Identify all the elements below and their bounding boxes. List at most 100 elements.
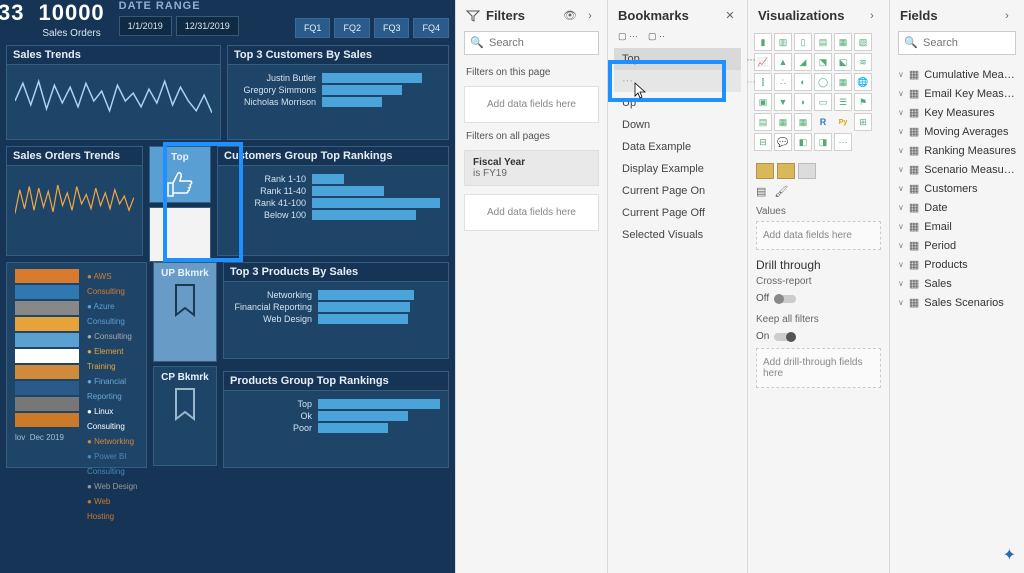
viz-table-icon[interactable]: ▦ bbox=[774, 113, 792, 131]
filters-dropzone[interactable]: Add data fields here bbox=[464, 86, 599, 123]
bookmark-button-blank[interactable] bbox=[149, 207, 211, 262]
field-table[interactable]: ∨▦Moving Averages bbox=[894, 122, 1020, 141]
viz-r-icon[interactable]: R bbox=[814, 113, 832, 131]
field-table[interactable]: ∨▦Customers bbox=[894, 179, 1020, 198]
filters-search-input[interactable] bbox=[464, 31, 599, 55]
fq3-button[interactable]: FQ3 bbox=[374, 18, 410, 38]
viz-line-clustered-icon[interactable]: ⬕ bbox=[834, 53, 852, 71]
viz-donut-icon[interactable]: ◯ bbox=[814, 73, 832, 91]
filters-dropzone[interactable]: Add data fields here bbox=[464, 194, 599, 231]
viz-funnel-icon[interactable]: ▼ bbox=[774, 93, 792, 111]
viz-waterfall-icon[interactable]: ⫿ bbox=[754, 73, 772, 91]
bookmark-item[interactable]: Selected Visuals bbox=[614, 224, 741, 246]
bookmark-item[interactable]: Data Example bbox=[614, 136, 741, 158]
more-icon[interactable]: ··· bbox=[746, 52, 755, 66]
drill-dropzone[interactable]: Add drill-through fields here bbox=[756, 348, 881, 388]
field-table[interactable]: ∨▦Ranking Measures bbox=[894, 141, 1020, 160]
field-table[interactable]: ∨▦Products bbox=[894, 255, 1020, 274]
viz-qa-icon[interactable]: 💬 bbox=[774, 133, 792, 151]
viz-line-icon[interactable]: 📈 bbox=[754, 53, 772, 71]
card-sales-trends[interactable]: Sales Trends bbox=[6, 45, 221, 140]
fields-well-icon[interactable] bbox=[756, 163, 774, 179]
fields-search[interactable]: 🔍 bbox=[898, 31, 1016, 55]
view-bookmark[interactable]: ▢ ·· bbox=[648, 31, 665, 42]
viz-custom2-icon[interactable]: ◨ bbox=[814, 133, 832, 151]
bookmark-button-cp[interactable]: CP Bkmrk bbox=[153, 366, 217, 466]
viz-line-column-icon[interactable]: ⬔ bbox=[814, 53, 832, 71]
fq2-button[interactable]: FQ2 bbox=[334, 18, 370, 38]
bookmark-item[interactable]: Top··· bbox=[614, 48, 741, 70]
viz-filled-map-icon[interactable]: ▣ bbox=[754, 93, 772, 111]
viz-gauge-icon[interactable]: ◗ bbox=[794, 93, 812, 111]
card-products-group-rank[interactable]: Products Group Top Rankings Top Ok Poor bbox=[223, 371, 449, 468]
filter-card-fiscal-year[interactable]: Fiscal Year is FY19 bbox=[464, 150, 599, 186]
field-table[interactable]: ∨▦Cumulative Meas... bbox=[894, 65, 1020, 84]
bookmark-item[interactable]: Down bbox=[614, 114, 741, 136]
bookmark-item[interactable]: Display Example bbox=[614, 158, 741, 180]
analytics-well-icon[interactable] bbox=[798, 163, 816, 179]
viz-kpi-icon[interactable]: ⚑ bbox=[854, 93, 872, 111]
card-customers-group-rank[interactable]: Customers Group Top Rankings Rank 1-10 R… bbox=[217, 146, 449, 256]
more-icon[interactable]: ··· bbox=[746, 74, 755, 88]
viz-treemap-icon[interactable]: ▦ bbox=[834, 73, 852, 91]
chevron-down-icon: ∨ bbox=[898, 127, 904, 136]
field-table[interactable]: ∨▦Email bbox=[894, 217, 1020, 236]
bookmark-item[interactable]: Current Page On bbox=[614, 180, 741, 202]
viz-area-icon[interactable]: ▲ bbox=[774, 53, 792, 71]
viz-stacked-column-icon[interactable]: ▯ bbox=[794, 33, 812, 51]
format-well-icon[interactable] bbox=[777, 163, 795, 179]
viz-slicer-icon[interactable]: ▤ bbox=[754, 113, 772, 131]
viz-stacked-area-icon[interactable]: ◢ bbox=[794, 53, 812, 71]
fq4-button[interactable]: FQ4 bbox=[413, 18, 449, 38]
viz-card-icon[interactable]: ▭ bbox=[814, 93, 832, 111]
card-legend[interactable]: lov Dec 2019 AWS Consulting Azure Consul… bbox=[6, 262, 147, 468]
bookmark-button-top[interactable]: Top bbox=[149, 146, 211, 203]
viz-100-bar-icon[interactable]: ▦ bbox=[834, 33, 852, 51]
fields-tab-icon[interactable]: ▤ bbox=[756, 185, 766, 198]
field-table[interactable]: ∨▦Sales bbox=[894, 274, 1020, 293]
viz-decomposition-icon[interactable]: ⊟ bbox=[754, 133, 772, 151]
chevron-right-icon[interactable]: › bbox=[583, 9, 597, 23]
viz-map-icon[interactable]: 🌐 bbox=[854, 73, 872, 91]
card-sales-orders-trends[interactable]: Sales Orders Trends bbox=[6, 146, 143, 256]
card-top3-products[interactable]: Top 3 Products By Sales Networking Finan… bbox=[223, 262, 449, 359]
add-bookmark[interactable]: ▢ ··· bbox=[618, 31, 638, 42]
keep-filters-toggle[interactable]: On bbox=[756, 331, 796, 342]
values-dropzone[interactable]: Add data fields here bbox=[756, 221, 881, 250]
viz-clustered-bar-icon[interactable]: ▥ bbox=[774, 33, 792, 51]
cross-report-toggle[interactable]: Off bbox=[756, 293, 796, 304]
viz-100-column-icon[interactable]: ▧ bbox=[854, 33, 872, 51]
field-table[interactable]: ∨▦Email Key Measur... bbox=[894, 84, 1020, 103]
viz-more-icon[interactable]: ⋯ bbox=[834, 133, 852, 151]
fq1-button[interactable]: FQ1 bbox=[295, 18, 331, 38]
format-tab-icon[interactable]: 🖌 bbox=[774, 185, 788, 198]
close-icon[interactable]: ✕ bbox=[723, 9, 737, 23]
bookmark-button-up[interactable]: UP Bkmrk bbox=[153, 262, 217, 362]
viz-scatter-icon[interactable]: ∴ bbox=[774, 73, 792, 91]
field-table[interactable]: ∨▦Date bbox=[894, 198, 1020, 217]
viz-multirow-icon[interactable]: ☰ bbox=[834, 93, 852, 111]
field-table[interactable]: ∨▦Scenario Measures bbox=[894, 160, 1020, 179]
kpi-sales-orders: 10000 Sales Orders bbox=[38, 0, 118, 39]
chevron-right-icon[interactable]: › bbox=[865, 9, 879, 23]
field-table[interactable]: ∨▦Key Measures bbox=[894, 103, 1020, 122]
date-to[interactable]: 12/31/2019 bbox=[176, 16, 239, 36]
viz-python-icon[interactable]: Py bbox=[834, 113, 852, 131]
field-table[interactable]: ∨▦Period bbox=[894, 236, 1020, 255]
card-top3-customers[interactable]: Top 3 Customers By Sales Justin Butler G… bbox=[227, 45, 449, 140]
eye-icon[interactable]: 👁 bbox=[563, 9, 577, 23]
filters-search[interactable]: 🔍 bbox=[464, 31, 599, 55]
viz-matrix-icon[interactable]: ▦ bbox=[794, 113, 812, 131]
viz-stacked-bar-icon[interactable]: ▮ bbox=[754, 33, 772, 51]
viz-ribbon-icon[interactable]: ≋ bbox=[854, 53, 872, 71]
viz-custom1-icon[interactable]: ◧ bbox=[794, 133, 812, 151]
viz-pie-icon[interactable]: ◐ bbox=[794, 73, 812, 91]
field-table[interactable]: ∨▦Sales Scenarios bbox=[894, 293, 1020, 312]
date-from[interactable]: 1/1/2019 bbox=[119, 16, 172, 36]
bookmark-item[interactable]: Current Page Off bbox=[614, 202, 741, 224]
viz-clustered-column-icon[interactable]: ▤ bbox=[814, 33, 832, 51]
bookmarks-toolbar: ▢ ··· ▢ ·· bbox=[608, 31, 747, 48]
card-title: Sales Orders Trends bbox=[7, 147, 142, 166]
chevron-right-icon[interactable]: › bbox=[1000, 9, 1014, 23]
viz-key-influencers-icon[interactable]: ⊞ bbox=[854, 113, 872, 131]
